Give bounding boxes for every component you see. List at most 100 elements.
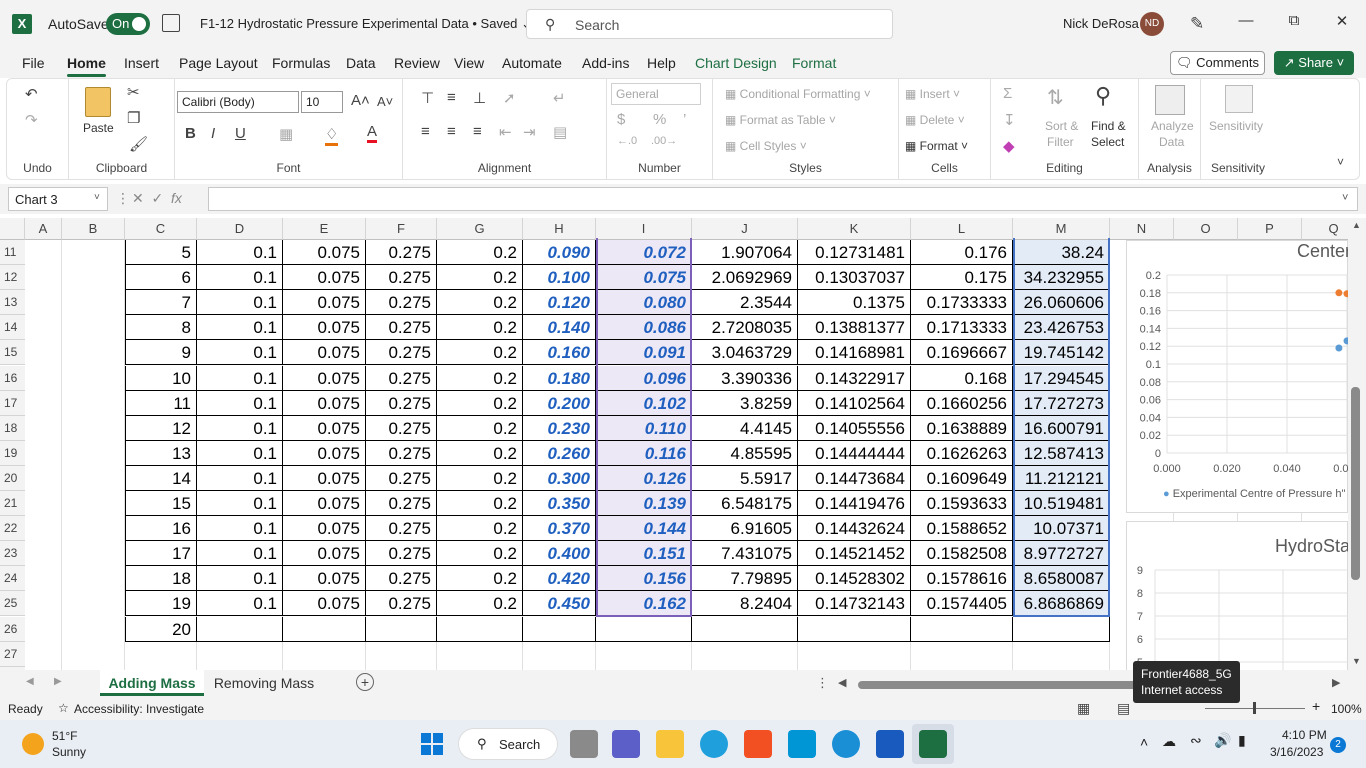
- sort-filter-label-1[interactable]: Sort &: [1045, 119, 1078, 133]
- cell-m21[interactable]: 10.519481: [1013, 491, 1110, 517]
- zoom-in-icon[interactable]: +: [1312, 698, 1320, 714]
- cell-c19[interactable]: 13: [125, 440, 197, 466]
- decrease-font-icon[interactable]: A˅: [377, 94, 393, 109]
- sensitivity-icon[interactable]: [1225, 85, 1253, 113]
- wifi-icon[interactable]: ∾: [1190, 732, 1202, 749]
- cell-c18[interactable]: 12: [125, 415, 197, 441]
- microsoft-store-icon[interactable]: [744, 730, 772, 758]
- cell-k21[interactable]: 0.14419476: [798, 491, 911, 517]
- cell-k22[interactable]: 0.14432624: [798, 516, 911, 542]
- cell-k18[interactable]: 0.14055556: [798, 415, 911, 441]
- wrap-text-icon[interactable]: ↵: [553, 89, 566, 107]
- cell-j11[interactable]: 1.907064: [692, 240, 798, 266]
- cell-c23[interactable]: 17: [125, 541, 197, 567]
- edge-browser-icon[interactable]: [700, 730, 728, 758]
- cell-h19[interactable]: 0.260: [523, 440, 596, 466]
- scroll-up-icon[interactable]: ▲: [1352, 220, 1361, 230]
- row-header[interactable]: 18: [0, 415, 25, 441]
- tab-data[interactable]: Data: [346, 55, 376, 71]
- cell-f23[interactable]: 0.275: [366, 541, 437, 567]
- cell-g11[interactable]: 0.2: [437, 240, 523, 266]
- expand-formula-bar-icon[interactable]: ˅: [1342, 192, 1348, 204]
- merge-center-icon[interactable]: ▤: [553, 123, 567, 141]
- cell-i16[interactable]: 0.096: [596, 365, 692, 391]
- cell-f19[interactable]: 0.275: [366, 440, 437, 466]
- document-title[interactable]: F1-12 Hydrostatic Pressure Experimental …: [200, 16, 532, 32]
- cell-m13[interactable]: 26.060606: [1013, 290, 1110, 316]
- tab-formulas[interactable]: Formulas: [272, 55, 330, 71]
- column-header-b[interactable]: B: [62, 218, 125, 240]
- cell-g19[interactable]: 0.2: [437, 440, 523, 466]
- cell-k15[interactable]: 0.14168981: [798, 340, 911, 366]
- comma-icon[interactable]: ’: [683, 111, 686, 128]
- borders-icon[interactable]: ▦: [279, 125, 293, 143]
- cell-d14[interactable]: 0.1: [197, 315, 283, 341]
- scroll-right-icon[interactable]: ▶: [1332, 676, 1340, 689]
- cell-l21[interactable]: 0.1593633: [911, 491, 1013, 517]
- onedrive-icon[interactable]: ☁: [1162, 733, 1176, 750]
- align-left-icon[interactable]: ≡: [421, 123, 430, 140]
- align-right-icon[interactable]: ≡: [473, 123, 482, 140]
- cell-j22[interactable]: 6.91605: [692, 516, 798, 542]
- column-header-o[interactable]: O: [1174, 218, 1238, 240]
- find-select-icon[interactable]: ⚲: [1095, 83, 1111, 109]
- cell-f25[interactable]: 0.275: [366, 591, 437, 617]
- cell-m19[interactable]: 12.587413: [1013, 440, 1110, 466]
- cell-j13[interactable]: 2.3544: [692, 290, 798, 316]
- cell-d19[interactable]: 0.1: [197, 440, 283, 466]
- cell-c26[interactable]: 20: [125, 616, 197, 642]
- cell-g16[interactable]: 0.2: [437, 365, 523, 391]
- analyze-data-label-2[interactable]: Data: [1159, 135, 1184, 149]
- formula-input[interactable]: [208, 187, 1358, 211]
- cell-e24[interactable]: 0.075: [283, 566, 366, 592]
- cell-d20[interactable]: 0.1: [197, 465, 283, 491]
- column-header-j[interactable]: J: [692, 218, 798, 240]
- cell-k13[interactable]: 0.1375: [798, 290, 911, 316]
- cell-e12[interactable]: 0.075: [283, 265, 366, 291]
- cell-l11[interactable]: 0.176: [911, 240, 1013, 266]
- cell-c24[interactable]: 18: [125, 566, 197, 592]
- cell-j25[interactable]: 8.2404: [692, 591, 798, 617]
- cell-i26[interactable]: [596, 616, 692, 642]
- tab-home[interactable]: Home: [67, 55, 106, 77]
- cell-m24[interactable]: 8.6580087: [1013, 566, 1110, 592]
- row-header[interactable]: 24: [0, 566, 25, 592]
- add-sheet-icon[interactable]: +: [356, 673, 374, 691]
- font-color-icon[interactable]: A: [367, 123, 378, 143]
- cut-icon[interactable]: ✂: [127, 83, 140, 101]
- analyze-data-label-1[interactable]: Analyze: [1151, 119, 1194, 133]
- cell-h20[interactable]: 0.300: [523, 465, 596, 491]
- cell-h14[interactable]: 0.140: [523, 315, 596, 341]
- name-box-dropdown-icon[interactable]: ˅: [94, 192, 100, 203]
- row-header[interactable]: 26: [0, 616, 25, 642]
- column-header-d[interactable]: D: [197, 218, 283, 240]
- cell-e25[interactable]: 0.075: [283, 591, 366, 617]
- column-header-i[interactable]: I: [596, 218, 692, 240]
- cell-c15[interactable]: 9: [125, 340, 197, 366]
- row-header[interactable]: 22: [0, 516, 25, 542]
- close-icon[interactable]: ✕: [1332, 12, 1352, 30]
- weather-sun-icon[interactable]: [22, 733, 44, 755]
- cell-g15[interactable]: 0.2: [437, 340, 523, 366]
- cell-m11[interactable]: 38.24: [1013, 240, 1110, 266]
- cell-e23[interactable]: 0.075: [283, 541, 366, 567]
- cell-f13[interactable]: 0.275: [366, 290, 437, 316]
- show-hidden-icons[interactable]: ˄: [1140, 734, 1148, 750]
- cell-m22[interactable]: 10.07371: [1013, 516, 1110, 542]
- cell-h26[interactable]: [523, 616, 596, 642]
- find-select-label-1[interactable]: Find &: [1091, 119, 1126, 133]
- cell-f11[interactable]: 0.275: [366, 240, 437, 266]
- undo-icon[interactable]: ↶: [25, 85, 38, 103]
- cell-e22[interactable]: 0.075: [283, 516, 366, 542]
- cell-e11[interactable]: 0.075: [283, 240, 366, 266]
- cell-c13[interactable]: 7: [125, 290, 197, 316]
- cell-g20[interactable]: 0.2: [437, 465, 523, 491]
- cell-j20[interactable]: 5.5917: [692, 465, 798, 491]
- cell-styles-button[interactable]: ▦ Cell Styles ˅: [725, 139, 807, 153]
- align-bottom-icon[interactable]: ⊥: [473, 89, 486, 107]
- tab-file[interactable]: File: [22, 55, 45, 71]
- row-header[interactable]: 19: [0, 440, 25, 466]
- cell-h21[interactable]: 0.350: [523, 491, 596, 517]
- cell-d17[interactable]: 0.1: [197, 390, 283, 416]
- cell-m25[interactable]: 6.8686869: [1013, 591, 1110, 617]
